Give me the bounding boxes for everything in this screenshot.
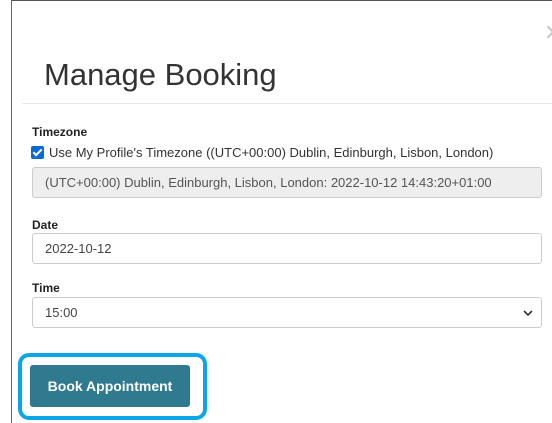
timezone-label: Timezone xyxy=(32,125,88,139)
date-value: 2022-10-12 xyxy=(45,241,112,256)
modal-title: Manage Booking xyxy=(44,57,277,92)
time-select[interactable]: 15:00 xyxy=(32,297,542,328)
title-divider xyxy=(22,103,552,104)
use-profile-timezone-row[interactable]: Use My Profile's Timezone ((UTC+00:00) D… xyxy=(31,145,493,160)
use-profile-timezone-checkbox[interactable] xyxy=(31,146,44,159)
book-appointment-button[interactable]: Book Appointment xyxy=(30,365,190,407)
use-profile-timezone-label[interactable]: Use My Profile's Timezone ((UTC+00:00) D… xyxy=(49,145,493,160)
time-value: 15:00 xyxy=(45,305,78,320)
time-label: Time xyxy=(32,281,60,295)
close-icon[interactable]: ✕ xyxy=(544,22,552,44)
date-label: Date xyxy=(32,218,59,232)
chevron-down-icon xyxy=(523,309,533,316)
timezone-display-value: (UTC+00:00) Dublin, Edinburgh, Lisbon, L… xyxy=(45,175,492,190)
date-input[interactable]: 2022-10-12 xyxy=(32,233,542,264)
timezone-display-field: (UTC+00:00) Dublin, Edinburgh, Lisbon, L… xyxy=(32,167,542,198)
